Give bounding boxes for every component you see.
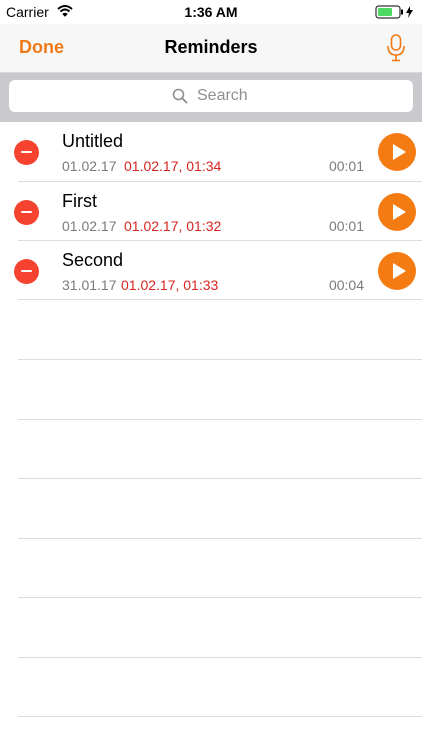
alarm-datetime: 01.02.17, 01:34 — [124, 158, 222, 174]
duration-label: 00:01 — [328, 158, 364, 174]
page-title: Reminders — [164, 37, 258, 57]
battery-icon — [375, 5, 415, 22]
charging-bolt-icon — [406, 6, 413, 18]
delete-icon[interactable] — [14, 259, 39, 284]
reminder-name: First — [62, 191, 97, 211]
status-bar: Carrier 1:36 AM — [0, 0, 422, 24]
alarm-datetime: 01.02.17, 01:32 — [124, 218, 222, 234]
search-field[interactable] — [9, 80, 413, 112]
row-divider — [18, 538, 422, 539]
row-divider — [18, 716, 422, 717]
row-divider — [18, 657, 422, 658]
delete-icon[interactable] — [14, 200, 39, 225]
search-bar — [0, 73, 422, 122]
created-date: 31.01.17 — [62, 277, 117, 293]
reminder-name: Second — [62, 250, 124, 270]
row-divider — [18, 597, 422, 598]
delete-icon[interactable] — [14, 140, 39, 165]
row-divider — [18, 478, 422, 479]
play-button[interactable] — [378, 252, 416, 290]
clock: 1:36 AM — [184, 4, 238, 20]
magnifier-icon — [172, 88, 188, 109]
reminder-name: Untitled — [62, 131, 124, 151]
list-item[interactable]: Untitled 01.02.17 01.02.17, 01:34 00:01 — [0, 122, 422, 181]
created-date: 01.02.17 — [62, 158, 117, 174]
microphone-icon[interactable] — [384, 33, 408, 68]
list-item[interactable]: First 01.02.17 01.02.17, 01:32 00:01 — [0, 182, 422, 241]
navigation-bar: Done Reminders — [0, 24, 422, 73]
row-divider — [18, 359, 422, 360]
play-button[interactable] — [378, 193, 416, 231]
list-item[interactable]: Second 31.01.17 01.02.17, 01:33 00:04 — [0, 241, 422, 300]
row-divider — [18, 299, 422, 300]
alarm-datetime: 01.02.17, 01:33 — [121, 277, 219, 293]
duration-label: 00:04 — [328, 277, 364, 293]
row-divider — [18, 419, 422, 420]
created-date: 01.02.17 — [62, 218, 117, 234]
play-button[interactable] — [378, 133, 416, 171]
duration-label: 00:01 — [328, 218, 364, 234]
search-input[interactable] — [197, 84, 377, 108]
